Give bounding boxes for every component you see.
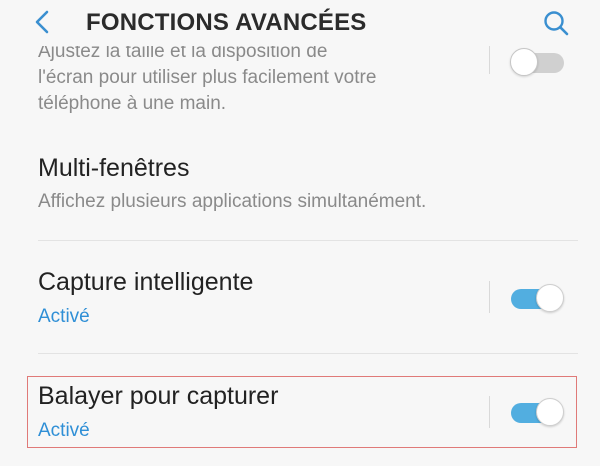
back-button[interactable] [28,8,58,38]
setting-row-palm-swipe-capture[interactable]: Balayer pour capturer Activé [0,354,600,466]
search-button[interactable] [540,7,572,39]
setting-summary-line-2: l'écran pour utiliser plus facilement vo… [38,67,377,88]
switch-knob [536,398,564,426]
page-title: FONCTIONS AVANCÉES [86,9,367,36]
switch-separator [489,44,490,74]
smart-capture-switch[interactable] [509,282,567,314]
setting-summary-line-3: téléphone à une main. [38,93,227,114]
setting-title: Multi-fenêtres [38,154,190,182]
switch-separator [489,396,490,428]
settings-screen: Ajustez la taille et la disposition de l… [0,0,600,466]
one-hand-mode-switch[interactable] [510,46,568,78]
setting-row-multi-window[interactable]: Multi-fenêtres Affichez plusieurs applic… [0,130,600,242]
switch-separator [489,281,490,313]
switch-knob [536,284,564,312]
search-icon [544,11,569,36]
chevron-left-icon [35,10,49,34]
setting-title: Balayer pour capturer [38,382,279,410]
setting-status: Activé [38,420,90,441]
setting-summary: Affichez plusieurs applications simultan… [38,191,427,212]
app-header: FONCTIONS AVANCÉES [0,0,600,46]
switch-knob [510,48,538,76]
palm-swipe-capture-switch[interactable] [509,396,567,428]
setting-status: Activé [38,306,90,327]
setting-row-smart-capture[interactable]: Capture intelligente Activé [0,241,600,353]
setting-title: Capture intelligente [38,268,254,296]
